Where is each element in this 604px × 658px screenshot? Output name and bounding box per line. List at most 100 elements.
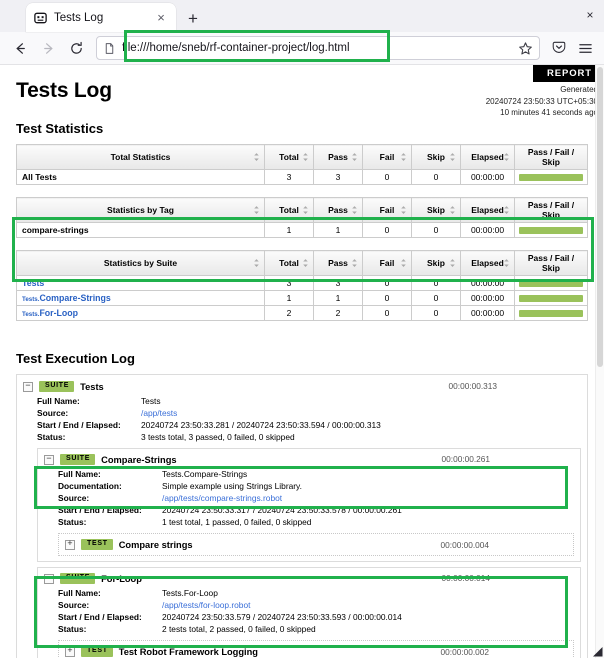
report-link[interactable]: REPORT <box>533 65 604 82</box>
column-header-total[interactable]: Total <box>264 144 314 170</box>
column-header-name[interactable]: Total Statistics <box>16 144 265 170</box>
source-link[interactable]: /app/tests/compare-strings.robot <box>162 493 282 503</box>
column-header-elapsed[interactable]: Elapsed <box>460 144 515 170</box>
test-badge: TEST <box>81 646 113 657</box>
cell-total: 3 <box>264 169 314 185</box>
collapse-toggle[interactable]: − <box>23 381 33 392</box>
metadata-table: Full Name: Tests.For-Loop Source: /app/test… <box>58 587 402 635</box>
window-resize-handle[interactable] <box>590 644 603 657</box>
cell-elapsed: 00:00:00 <box>460 169 515 185</box>
reload-button[interactable] <box>63 35 89 61</box>
expand-toggle[interactable]: + <box>65 539 75 550</box>
collapse-toggle[interactable]: − <box>44 454 54 465</box>
suite-header[interactable]: − SUITE Compare-Strings 00:00:00.261 <box>44 453 574 466</box>
test-block[interactable]: + TEST Compare strings 00:00:00.004 <box>58 533 574 556</box>
new-tab-button[interactable]: + <box>182 7 204 29</box>
suite-link-name: Compare-Strings <box>39 293 111 303</box>
column-header-pass[interactable]: Pass <box>313 250 363 276</box>
metadata-value-source[interactable]: /app/tests <box>141 407 381 419</box>
metadata-value-source[interactable]: /app/tests/compare-strings.robot <box>162 492 402 504</box>
test-elapsed: 00:00:00.002 <box>440 647 489 657</box>
cell-skip: 0 <box>411 222 461 238</box>
sort-arrow-icon <box>450 259 455 267</box>
row-label[interactable]: Tests.Compare-Strings <box>16 290 265 306</box>
star-icon[interactable] <box>518 41 533 56</box>
pass-bar <box>519 226 583 234</box>
cell-elapsed: 00:00:00 <box>460 275 515 291</box>
page-content: REPORT Generated 20240724 23:50:33 UTC+0… <box>0 65 604 658</box>
metadata-row-start-end-elapsed: Start / End / Elapsed: 20240724 23:50:33.… <box>58 504 402 516</box>
window-close-button[interactable]: × <box>582 7 598 23</box>
expand-toggle[interactable]: + <box>65 646 75 657</box>
column-header-skip[interactable]: Skip <box>411 197 461 223</box>
column-header-skip[interactable]: Skip <box>411 144 461 170</box>
column-header-fail[interactable]: Fail <box>362 197 412 223</box>
test-name: Test Robot Framework Logging <box>118 646 258 657</box>
vertical-scrollbar[interactable] <box>595 65 604 658</box>
metadata-value-start-end-elapsed: 20240724 23:50:33.281 / 20240724 23:50:3… <box>141 420 381 430</box>
column-header-fail[interactable]: Fail <box>362 144 412 170</box>
suite-header[interactable]: − SUITE Tests 00:00:00.313 <box>23 380 581 393</box>
cell-pass: 1 <box>313 290 363 306</box>
scrollbar-thumb[interactable] <box>597 67 603 367</box>
column-header-fail[interactable]: Fail <box>362 250 412 276</box>
source-link[interactable]: /app/tests <box>141 408 177 418</box>
column-header-elapsed[interactable]: Elapsed <box>460 250 515 276</box>
suite-name: Tests <box>80 381 104 392</box>
suite-link[interactable]: Tests.For-Loop <box>22 308 78 318</box>
url-text[interactable]: file:///home/sneb/rf-container-project/l… <box>122 42 512 54</box>
column-header-pass-fail-skip[interactable]: Pass / Fail / Skip <box>514 197 588 223</box>
metadata-value-status: 3 tests total, 3 passed, 0 failed, 0 ski… <box>141 432 295 442</box>
sort-arrow-icon <box>303 153 308 161</box>
sort-arrow-icon <box>401 259 406 267</box>
column-header-total[interactable]: Total <box>264 197 314 223</box>
column-header-skip[interactable]: Skip <box>411 250 461 276</box>
metadata-label-source: Source: <box>58 600 90 610</box>
metadata-label-full-name: Full Name: <box>58 469 101 479</box>
metadata-label-status: Status: <box>37 432 66 442</box>
suite-link[interactable]: Tests.Compare-Strings <box>22 293 111 303</box>
sort-arrow-icon <box>504 153 509 161</box>
browser-tab[interactable]: Tests Log × <box>26 3 176 32</box>
column-header-pass-fail-skip[interactable]: Pass / Fail / Skip <box>514 144 588 170</box>
sort-arrow-icon <box>450 206 455 214</box>
metadata-label-full-name: Full Name: <box>58 588 101 598</box>
column-header-name[interactable]: Statistics by Suite <box>16 250 265 276</box>
metadata-label-documentation: Documentation: <box>58 481 122 491</box>
pass-fail-skip-bar-cell <box>514 222 588 238</box>
back-button[interactable] <box>7 35 33 61</box>
forward-button[interactable] <box>35 35 61 61</box>
row-label[interactable]: Tests <box>16 275 265 291</box>
close-icon[interactable]: × <box>153 10 169 26</box>
cell-fail: 0 <box>362 169 412 185</box>
column-header-pass[interactable]: Pass <box>313 144 363 170</box>
test-block[interactable]: + TEST Test Robot Framework Logging 00:00:0… <box>58 640 574 658</box>
total-statistics: Total Statistics Total Pass Fail Skip Elapsed… <box>16 144 588 185</box>
source-link[interactable]: /app/tests/for-loop.robot <box>162 600 250 610</box>
table-header-row: Total Statistics Total Pass Fail Skip Elapsed… <box>16 144 588 170</box>
cell-skip: 0 <box>411 275 461 291</box>
column-header-name[interactable]: Statistics by Tag <box>16 197 265 223</box>
sort-arrow-icon <box>504 206 509 214</box>
suite-link[interactable]: Tests <box>22 278 44 288</box>
tab-strip: Tests Log × + × <box>0 0 604 32</box>
cell-fail: 0 <box>362 275 412 291</box>
robot-icon <box>33 10 48 25</box>
table-header-row: Statistics by Tag Total Pass Fail Skip Elapse… <box>16 197 588 223</box>
column-header-elapsed[interactable]: Elapsed <box>460 197 515 223</box>
address-bar[interactable]: file:///home/sneb/rf-container-project/l… <box>96 36 540 60</box>
metadata-value-source[interactable]: /app/tests/for-loop.robot <box>162 599 402 611</box>
cell-total: 3 <box>264 275 314 291</box>
suite-header[interactable]: − SUITE For-Loop 00:00:00.014 <box>44 572 574 585</box>
cell-fail: 0 <box>362 222 412 238</box>
test-elapsed: 00:00:00.004 <box>440 540 489 550</box>
row-label[interactable]: Tests.For-Loop <box>16 305 265 321</box>
metadata-label-source: Source: <box>37 408 69 418</box>
column-header-total[interactable]: Total <box>264 250 314 276</box>
cell-skip: 0 <box>411 290 461 306</box>
hamburger-menu-icon[interactable] <box>573 36 597 60</box>
column-header-pass-fail-skip[interactable]: Pass / Fail / Skip <box>514 250 588 276</box>
collapse-toggle[interactable]: − <box>44 573 54 584</box>
column-header-pass[interactable]: Pass <box>313 197 363 223</box>
pocket-shield-icon[interactable] <box>547 36 571 60</box>
